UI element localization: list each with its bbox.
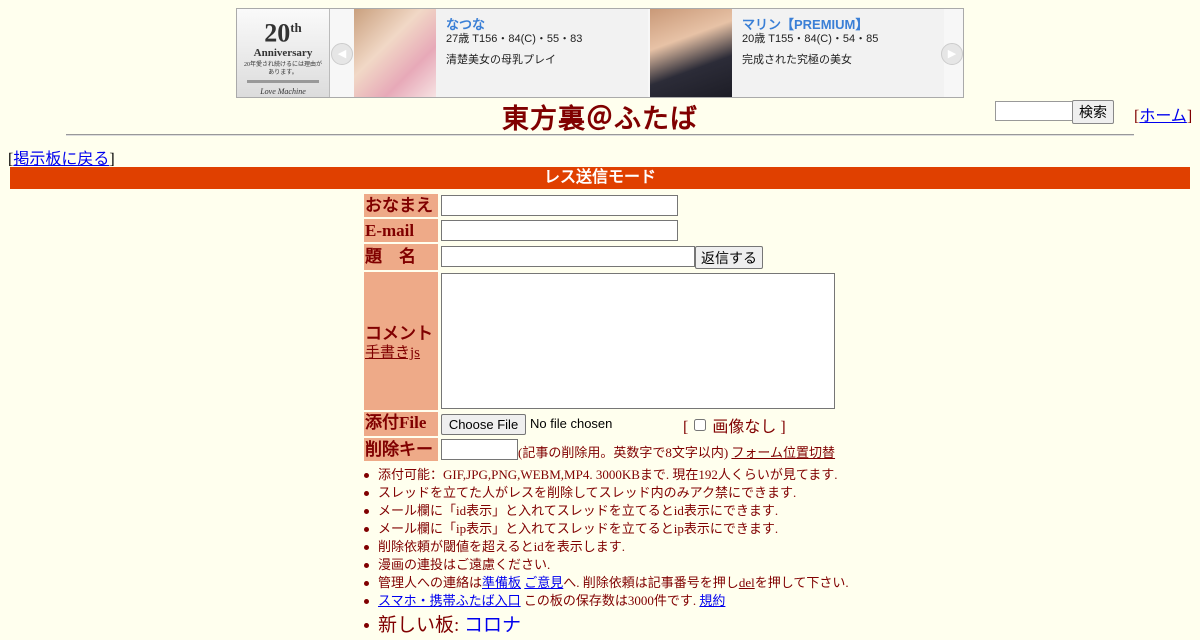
email-field[interactable] [441,220,678,241]
no-image-checkbox[interactable] [694,419,707,431]
home-link-wrapper: [ホーム] [1134,102,1192,126]
email-label: E-mail [364,219,438,242]
divider [66,134,1134,136]
prep-board-link[interactable]: 準備板 [482,575,521,590]
anniversary-logo[interactable]: 20th Anniversary 20年愛され続けるには理由があります。 Lov… [237,9,330,97]
mobile-entry-link[interactable]: スマホ・携帯ふたば入口 [378,593,521,608]
ad-card-desc: 清楚美女の母乳プレイ [446,54,556,66]
storage-note: この板の保存数は3000件です. [523,593,697,608]
list-item: スマホ・携帯ふたば入口 この板の保存数は3000件です. 規約 [364,592,849,610]
delete-key-note-line: (記事の削除用。英数字で8文字以内) フォーム位置切替 [518,442,835,461]
back-link-wrapper: [掲示板に戻る] [8,145,115,169]
comment-label-cell: コメント 手書きjs [364,272,438,410]
file-label: 添付File [364,412,438,436]
ad-card[interactable]: マリン【PREMIUM】 20歳 T155・84(C)・54・85 完成された究… [650,9,944,97]
ad-photo[interactable] [650,9,732,97]
list-item: メール欄に「ip表示」と入れてスレッドを立てるとip表示にできます. [364,520,849,538]
corona-board-link[interactable]: コロナ [464,615,521,636]
ad-photo[interactable] [354,9,436,97]
logo-divider [247,79,319,83]
bracket-close: ] [780,419,786,436]
ad-banner[interactable]: 20th Anniversary 20年愛され続けるには理由があります。 Lov… [236,8,964,98]
logo-number: 20th [264,18,302,48]
name-field[interactable] [441,195,678,216]
terms-link[interactable]: 規約 [699,593,725,608]
bracket-close: ] [1186,108,1193,125]
del-link[interactable]: del [739,575,755,590]
file-status: No file chosen [530,416,613,431]
chevron-right-icon[interactable]: ▶ [941,43,963,65]
list-item: スレッドを立てた人がレスを削除してスレッド内のみアク禁にできます. [364,484,849,502]
back-to-board-link[interactable]: 掲示板に戻る [13,151,109,168]
reply-mode-bar: レス送信モード [10,167,1190,189]
ad-card-desc: 完成された究極の美女 [742,54,852,66]
handwriting-link[interactable]: 手書きjs [365,341,420,362]
contact-text-mid: へ. 削除依頼は記事番号を押し [563,575,739,590]
search-button[interactable]: 検索 [1072,100,1114,124]
subject-label: 題 名 [364,244,438,270]
list-item: 新しい板: コロナ [364,612,849,640]
logo-tagline: 20年愛され続けるには理由があります。 [243,61,322,76]
delete-key-label: 削除キー [364,438,438,461]
no-image-label: 画像なし [712,419,777,436]
rules-list: 添付可能：GIF,JPG,PNG,WEBM,MP4. 3000KBまで. 現在1… [364,466,849,640]
delete-key-field[interactable] [441,439,518,460]
search-input[interactable] [995,101,1075,121]
list-item: 管理人への連絡は準備板 ご意見へ. 削除依頼は記事番号を押しdelを押して下さい… [364,574,849,592]
ad-card-stats: 27歳 T156・84(C)・55・83 [446,33,583,45]
choose-file-button[interactable]: Choose File [441,414,526,435]
ad-card[interactable]: なつな 27歳 T156・84(C)・55・83 清楚美女の母乳プレイ [354,9,648,97]
delete-key-note: (記事の削除用。英数字で8文字以内) [518,445,729,460]
logo-signature: Love Machine [260,86,306,96]
new-board-label: 新しい板: [378,615,465,636]
bracket-close: ] [109,151,115,168]
logo-anniversary-text: Anniversary [253,46,313,59]
list-item: 漫画の連投はご遠慮ください. [364,556,849,574]
feedback-link[interactable]: ご意見 [524,575,563,590]
subject-field[interactable] [441,246,695,267]
form-position-toggle-link[interactable]: フォーム位置切替 [731,445,835,460]
contact-text-suffix: を押して下さい. [754,575,849,590]
no-image-option: [ 画像なし ] [683,413,786,437]
list-item: メール欄に「id表示」と入れてスレッドを立てるとid表示にできます. [364,502,849,520]
bracket-open: [ [683,419,689,436]
list-item: 添付可能：GIF,JPG,PNG,WEBM,MP4. 3000KBまで. 現在1… [364,466,849,484]
home-link[interactable]: ホーム [1139,108,1187,125]
ad-card-stats: 20歳 T155・84(C)・54・85 [742,33,879,45]
chevron-left-icon[interactable]: ◀ [331,43,353,65]
comment-textarea[interactable] [441,273,835,409]
name-label: おなまえ [364,194,438,217]
submit-reply-button[interactable]: 返信する [695,246,763,269]
list-item: 削除依頼が閾値を超えるとidを表示します. [364,538,849,556]
contact-text-prefix: 管理人への連絡は [378,575,483,590]
